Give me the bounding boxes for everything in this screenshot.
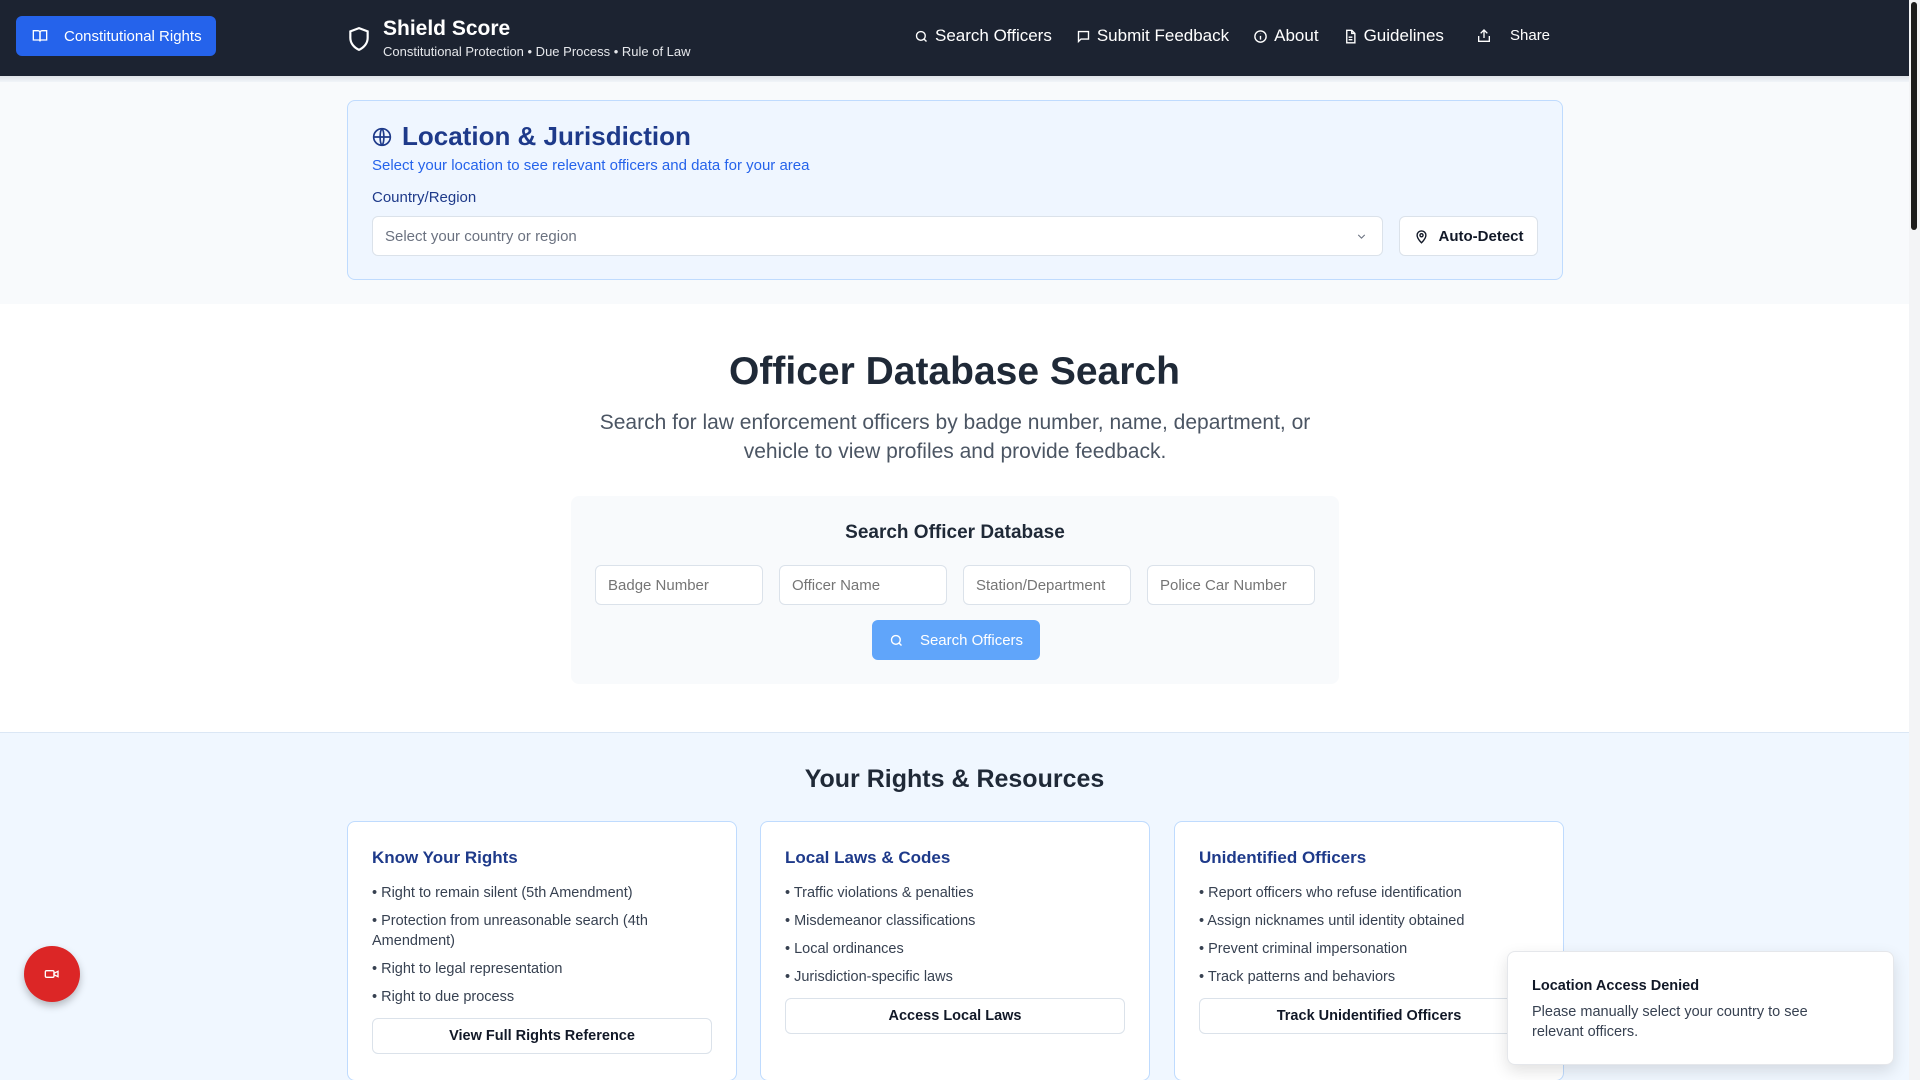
search-card: Search Officer Database Search Officers: [571, 496, 1339, 684]
res-card-title: Local Laws & Codes: [785, 848, 951, 867]
res-card-title: Unidentified Officers: [1199, 848, 1367, 867]
list-item: • Local ordinances: [785, 941, 904, 957]
nav-search-officers-label: Search Officers: [935, 26, 1052, 45]
country-label: Country/Region: [372, 189, 477, 206]
resources-title: Your Rights & Resources: [804, 765, 1105, 793]
brand-subtitle: Constitutional Protection • Due Process …: [383, 44, 691, 59]
list-item: • Misdemeanor classifications: [785, 913, 976, 929]
track-unidentified-officers-button[interactable]: Track Unidentified Officers: [1199, 998, 1539, 1034]
nav-submit-feedback[interactable]: Submit Feedback: [1076, 26, 1229, 46]
book-open-icon: [32, 30, 48, 42]
record-video-button[interactable]: [24, 946, 80, 1002]
nav-guidelines[interactable]: Guidelines: [1343, 26, 1444, 46]
search-title: Officer Database Search: [729, 350, 1180, 393]
nav-submit-feedback-label: Submit Feedback: [1096, 26, 1230, 45]
auto-detect-button[interactable]: Auto-Detect: [1399, 216, 1538, 256]
local-laws-card: Local Laws & Codes • Traffic violations …: [760, 821, 1150, 1080]
scrollbar-thumb[interactable]: [1911, 2, 1917, 230]
unidentified-officers-card: Unidentified Officers • Report officers …: [1174, 821, 1564, 1080]
list-item: • Assign nicknames until identity obtain…: [1199, 913, 1465, 929]
search-card-title: Search Officer Database: [845, 522, 1065, 543]
constitutional-rights-label: Constitutional Rights: [64, 27, 202, 45]
message-square-icon: [1077, 30, 1090, 43]
res-card-list: • Traffic violations & penalties • Misde…: [785, 883, 1125, 995]
shield-icon: [349, 27, 369, 52]
brand-title: Shield Score: [383, 17, 511, 40]
res-card-title: Know Your Rights: [372, 848, 518, 867]
chevron-down-icon: [1357, 233, 1366, 239]
res-card-list: • Right to remain silent (5th Amendment)…: [372, 883, 712, 1015]
search-icon: [890, 634, 902, 646]
search-icon: [915, 30, 927, 42]
nav-about[interactable]: About: [1253, 26, 1319, 46]
know-your-rights-card: Know Your Rights • Right to remain silen…: [347, 821, 737, 1080]
toast-message: Please manually select your country to s…: [1532, 1004, 1808, 1040]
location-card: Location & Jurisdiction Select your loca…: [347, 100, 1563, 280]
nav-search-officers[interactable]: Search Officers: [914, 26, 1052, 46]
badge-number-input[interactable]: [595, 565, 763, 605]
list-item: • Traffic violations & penalties: [785, 885, 974, 901]
location-denied-toast: Location Access Denied Please manually s…: [1507, 951, 1894, 1065]
globe-icon: [372, 127, 392, 146]
access-local-laws-button[interactable]: Access Local Laws: [785, 998, 1125, 1034]
nav-guidelines-label: Guidelines: [1363, 26, 1444, 45]
list-item: • Report officers who refuse identificat…: [1199, 885, 1462, 901]
share-icon: [1478, 28, 1490, 42]
country-select[interactable]: Select your country or region: [372, 216, 1383, 256]
location-title-text: Location & Jurisdiction: [402, 121, 691, 151]
file-text-icon: [1345, 29, 1356, 43]
location-title: Location & Jurisdiction: [372, 121, 691, 152]
constitutional-rights-button[interactable]: Constitutional Rights: [16, 16, 216, 56]
list-item: • Track patterns and behaviors: [1199, 969, 1396, 985]
auto-detect-label: Auto-Detect: [1438, 227, 1524, 245]
police-car-number-input[interactable]: [1147, 565, 1315, 605]
list-item: • Right to due process: [372, 989, 515, 1005]
res-card-list: • Report officers who refuse identificat…: [1199, 883, 1539, 995]
list-item: • Jurisdiction-specific laws: [785, 969, 953, 985]
share-label: Share: [1510, 27, 1551, 44]
officer-name-input[interactable]: [779, 565, 947, 605]
nav-about-label: About: [1274, 26, 1319, 45]
toast-title: Location Access Denied: [1532, 978, 1700, 994]
list-item: • Protection from unreasonable search (4…: [372, 913, 648, 949]
search-officers-label: Search Officers: [919, 631, 1024, 649]
list-item: • Right to legal representation: [372, 961, 563, 977]
location-description: Select your location to see relevant off…: [372, 157, 810, 174]
view-full-rights-button[interactable]: View Full Rights Reference: [372, 1018, 712, 1054]
top-header: Constitutional Rights Shield Score Const…: [0, 0, 1909, 76]
page-scrollbar[interactable]: [1909, 0, 1920, 1080]
video-camera-icon: [44, 970, 59, 978]
map-pin-icon: [1415, 229, 1427, 244]
search-description: Search for law enforcement officers by b…: [599, 411, 1311, 463]
list-item: • Right to remain silent (5th Amendment): [372, 885, 633, 901]
share-button[interactable]: Share: [1476, 27, 1550, 44]
list-item: • Prevent criminal impersonation: [1199, 941, 1408, 957]
main-nav: Search Officers Submit Feedback About Gu…: [914, 26, 1444, 46]
country-select-placeholder: Select your country or region: [385, 227, 577, 245]
info-icon: [1254, 29, 1267, 43]
search-officers-button[interactable]: Search Officers: [872, 620, 1040, 660]
station-department-input[interactable]: [963, 565, 1131, 605]
